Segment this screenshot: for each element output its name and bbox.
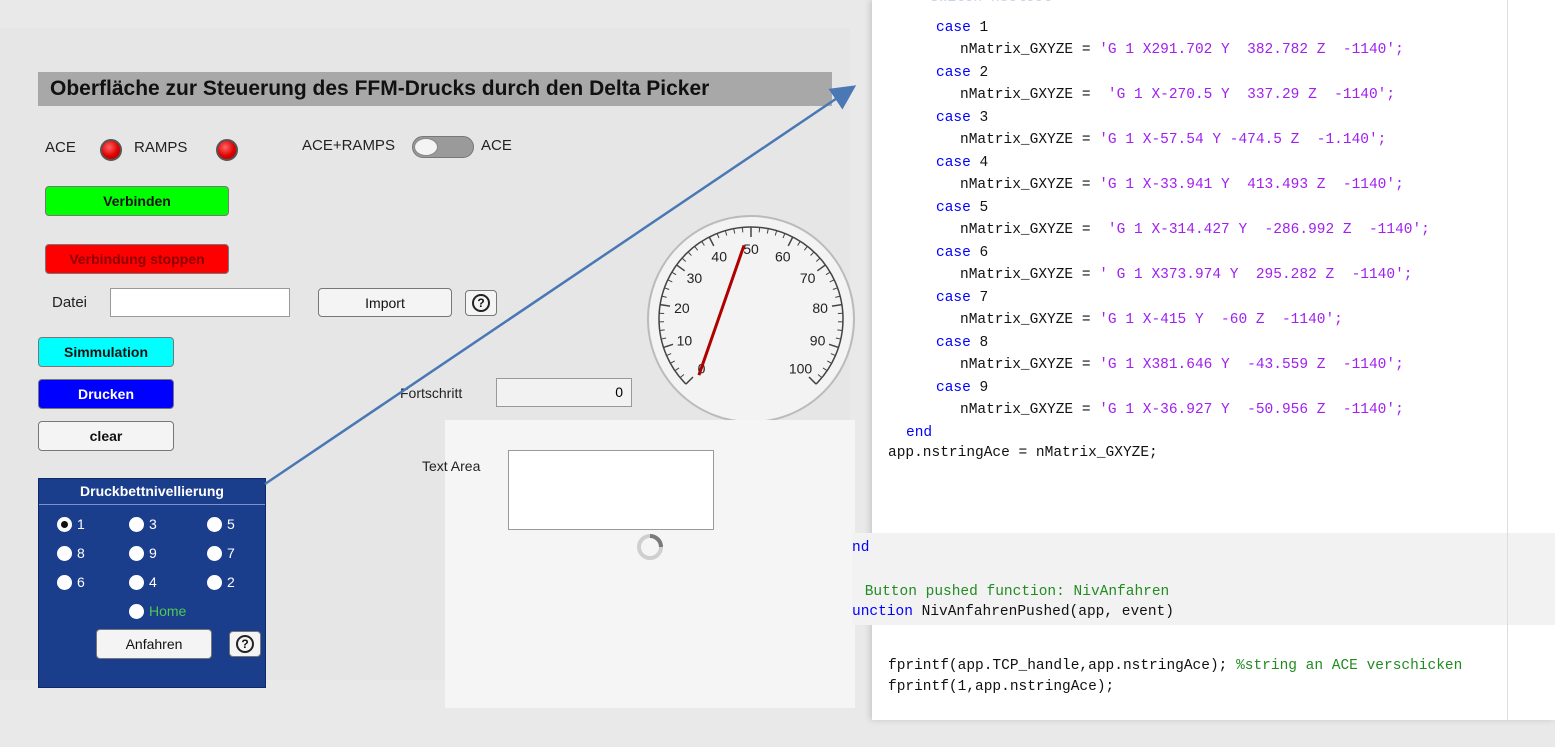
- arrow-line: [264, 85, 857, 486]
- connector-arrow: [264, 85, 857, 486]
